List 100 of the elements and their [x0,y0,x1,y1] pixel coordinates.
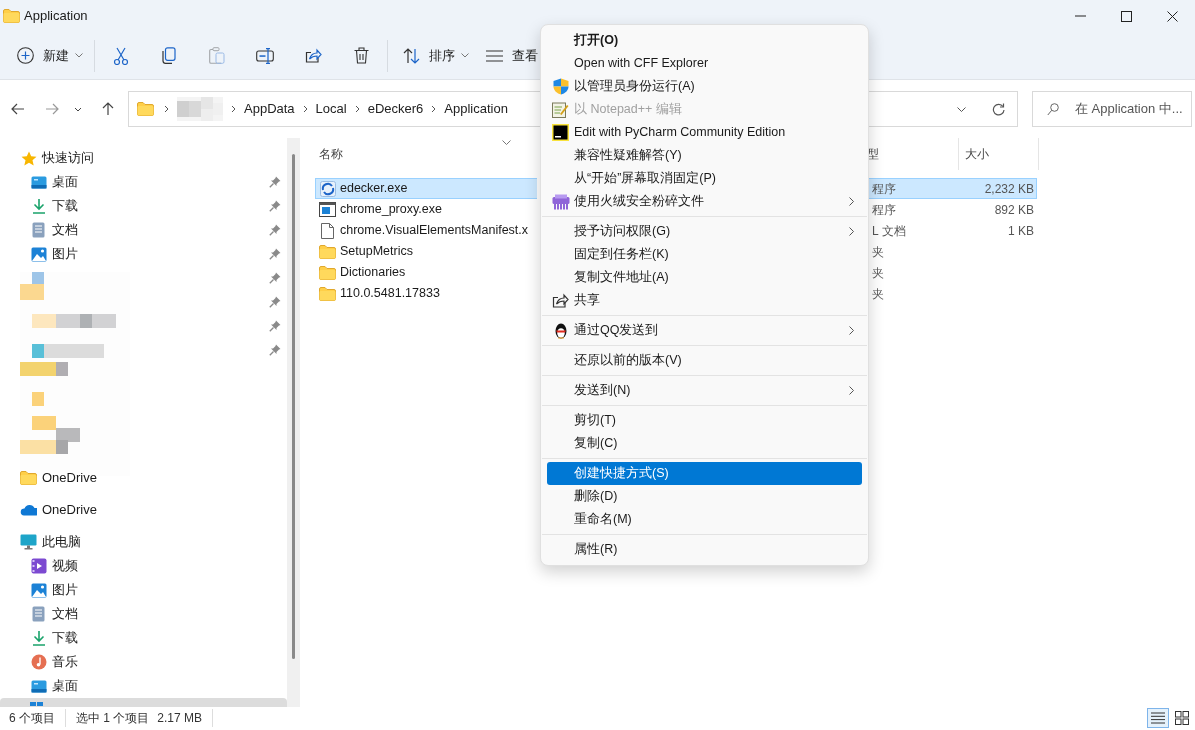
file-row[interactable]: SetupMetrics [315,241,537,262]
folder-icon [3,9,20,23]
file-row[interactable]: chrome.VisualElementsManifest.x [315,220,537,241]
sidebar-item[interactable]: 视频 [52,556,78,576]
desktop-icon [30,175,47,189]
file-row[interactable]: 110.0.5481.17833 [315,283,537,304]
recent-locations-chevron-icon[interactable] [74,106,82,112]
file-name[interactable]: Dictionaries [340,263,406,282]
sidebar-item[interactable]: OneDrive [42,500,97,520]
app-icon [319,180,336,197]
maximize-icon[interactable] [1120,10,1132,22]
sidebar-item[interactable]: 文档 [52,604,78,624]
view-button[interactable]: 查看 [479,37,545,74]
pictures-icon [30,246,47,262]
file-name[interactable]: chrome.VisualElementsManifest.x [340,221,529,240]
up-arrow-icon[interactable] [102,102,114,116]
notepad-icon [552,101,569,118]
sidebar-item[interactable]: 图片 [52,580,78,600]
breadcrumb[interactable]: Application [444,99,508,119]
copy-icon [162,47,176,64]
chevron-icon [231,105,236,113]
forward-arrow-icon[interactable] [45,103,59,115]
column-header[interactable]: 型 [867,145,879,163]
sidebar-item[interactable]: 快速访问 [42,148,94,168]
file-row[interactable]: chrome_proxy.exe [315,199,537,220]
item-count: 6 个项目 [9,709,66,727]
file-row[interactable]: 夹 [867,241,1037,262]
menu-item[interactable]: 剪切(T) [547,409,862,432]
menu-item[interactable]: 删除(D) [547,485,862,508]
shield-icon [552,78,569,95]
sidebar-item[interactable]: 下载 [52,196,78,216]
menu-item[interactable]: 发送到(N) [547,379,862,402]
folder-icon [319,265,336,280]
minimize-icon[interactable] [1074,15,1086,17]
chevron-right-icon [849,227,854,236]
folder-icon [20,471,37,485]
menu-item[interactable]: 兼容性疑难解答(Y) [547,144,862,167]
file-name[interactable]: SetupMetrics [340,242,413,261]
sidebar-item[interactable]: 文档 [52,220,78,240]
file-size: 2,232 KB [984,180,1034,198]
column-header[interactable]: 大小 [965,145,989,163]
sidebar-item[interactable]: 下载 [52,628,78,648]
menu-item[interactable]: 以管理员身份运行(A) [547,75,862,98]
menu-item[interactable]: 属性(R) [547,538,862,561]
menu-item[interactable]: 从“开始”屏幕取消固定(P) [547,167,862,190]
file-name[interactable]: chrome_proxy.exe [340,200,442,219]
sort-button[interactable]: 排序 [396,37,476,74]
file-row[interactable]: 夹 [867,262,1037,283]
sidebar-item[interactable]: OneDrive [42,468,97,488]
close-icon[interactable] [1166,10,1178,22]
breadcrumb[interactable]: AppData [244,99,295,119]
file-row[interactable]: Dictionaries [315,262,537,283]
folder-icon [319,286,336,301]
file-name[interactable]: 110.0.5481.17833 [340,284,440,303]
details-view-button[interactable] [1147,708,1169,728]
menu-item[interactable]: 重命名(M) [547,508,862,531]
menu-item[interactable]: 使用火绒安全粉碎文件 [547,190,862,213]
menu-item[interactable]: 授予访问权限(G) [547,220,862,243]
menu-item[interactable]: 还原以前的版本(V) [547,349,862,372]
file-row[interactable]: edecker.exe [315,178,537,199]
menu-item[interactable]: Edit with PyCharm Community Edition [547,121,862,144]
sidebar-item[interactable]: 音乐 [52,652,78,672]
file-name[interactable]: edecker.exe [340,179,408,198]
sidebar-item[interactable]: 图片 [52,244,78,264]
back-arrow-icon[interactable] [11,103,25,115]
new-button[interactable]: 新建 [10,37,90,74]
sort-chevron-icon [502,140,511,145]
menu-item[interactable]: 创建快捷方式(S) [547,462,862,485]
menu-item[interactable]: Open with CFF Explorer [547,52,862,75]
menu-item[interactable]: 共享 [547,289,862,312]
sidebar-item[interactable]: 桌面 [52,676,78,696]
dropdown-icon[interactable] [957,106,966,112]
document-icon [30,222,47,238]
window-title: Application [24,7,88,26]
menu-item[interactable]: 复制(C) [547,432,862,455]
menu-item[interactable]: 复制文件地址(A) [547,266,862,289]
menu-item[interactable]: 固定到任务栏(K) [547,243,862,266]
file-row[interactable]: 程序 2,232 KB [867,178,1037,199]
file-row[interactable]: 夹 [867,283,1037,304]
menu-item[interactable]: 通过QQ发送到 [547,319,862,342]
file-type: 程序 [871,201,897,219]
document-icon [30,606,47,622]
sidebar-item[interactable]: 桌面 [52,172,78,192]
menu-item[interactable]: 打开(O) [547,29,862,52]
file-type: 夹 [871,243,885,261]
breadcrumb[interactable]: eDecker6 [367,99,424,119]
sidebar-item[interactable]: 此电脑 [42,532,81,552]
file-row[interactable]: 程序 892 KB [867,199,1037,220]
column-header[interactable]: 名称 [319,145,343,163]
breadcrumb[interactable]: Local [315,99,347,119]
drive-icon [30,702,44,707]
chevron-right-icon [849,386,854,395]
selection-count: 选中 1 个项目 [76,710,150,727]
rename-icon [256,47,274,64]
search-field[interactable]: 在 Application 中... [1032,91,1192,127]
chevron-icon [354,105,360,113]
scrollbar[interactable] [287,138,300,707]
star-icon [20,150,37,166]
file-row[interactable]: L 文档 1 KB [867,220,1037,241]
refresh-icon[interactable] [992,102,1005,116]
